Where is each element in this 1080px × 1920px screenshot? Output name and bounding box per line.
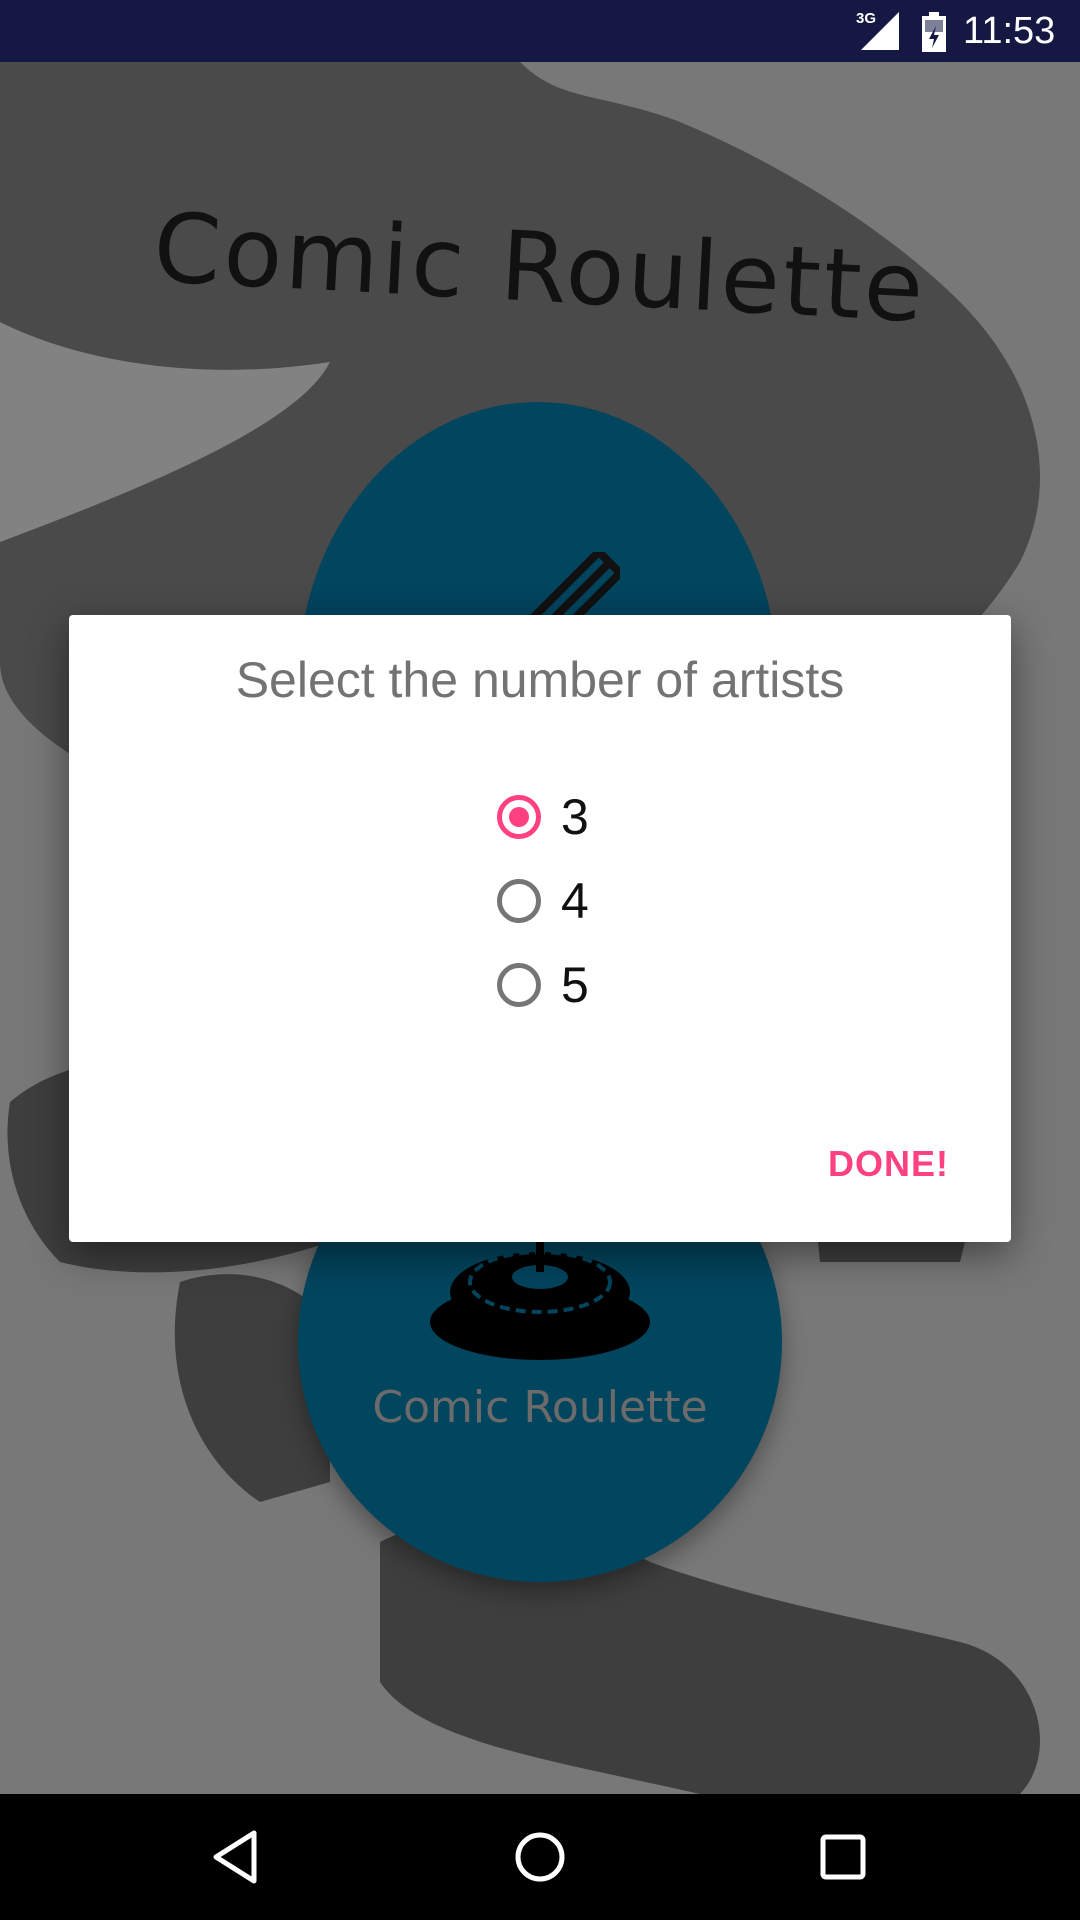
signal-icon [861,12,899,50]
done-button[interactable]: DONE! [828,1143,949,1185]
artist-count-dialog: Select the number of artists 3 4 5 DONE! [69,615,1011,1242]
recents-square-icon[interactable] [813,1827,873,1887]
back-triangle-icon[interactable] [206,1827,266,1887]
battery-icon [922,12,946,52]
radio-option-5[interactable]: 5 [497,943,697,1027]
radio-label: 5 [561,957,589,1013]
home-circle-icon[interactable] [510,1827,570,1887]
radio-button-unchecked-icon[interactable] [497,963,541,1007]
status-bar: 3G 11:53 [0,0,1080,62]
radio-option-3[interactable]: 3 [497,775,697,859]
radio-option-4[interactable]: 4 [497,859,697,943]
roulette-button-label: Comic Roulette [372,1382,708,1433]
navigation-bar [0,1794,1080,1920]
clock: 11:53 [963,10,1056,52]
screen: 3G 11:53 Comic Roulette Comic Roulette S… [0,0,1080,1920]
radio-button-unchecked-icon[interactable] [497,879,541,923]
radio-label: 3 [561,789,589,845]
artist-count-radio-group: 3 4 5 [497,775,697,1027]
radio-label: 4 [561,873,589,929]
dialog-title: Select the number of artists [235,652,845,708]
radio-button-checked-icon[interactable] [497,795,541,839]
